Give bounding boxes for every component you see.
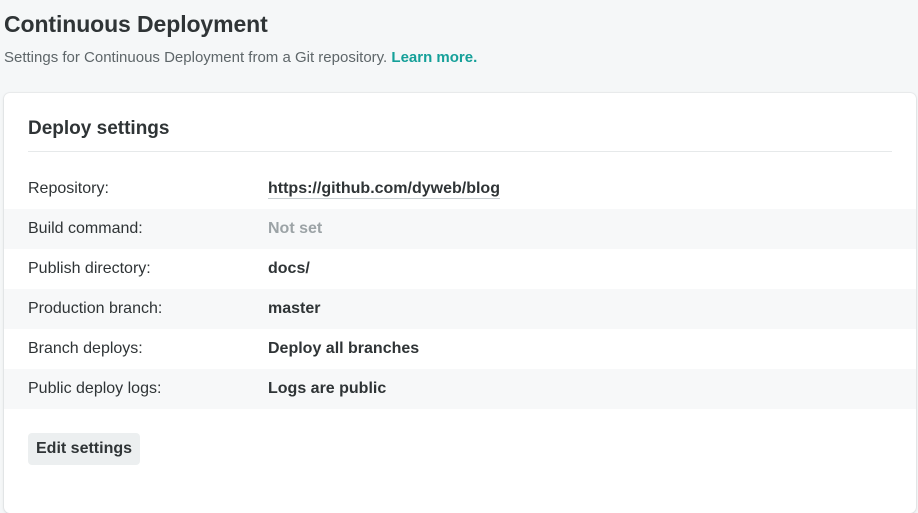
divider [28,151,892,152]
setting-label: Publish directory: [28,260,151,277]
setting-label: Branch deploys: [28,340,143,357]
page-header: Continuous Deployment Settings for Conti… [4,8,477,68]
edit-settings-button[interactable]: Edit settings [28,433,141,465]
page-title: Continuous Deployment [4,11,268,37]
deploy-settings-card: Deploy settings Repository: https://gith… [4,93,916,513]
card-title: Deploy settings [28,118,170,139]
setting-label: Repository: [28,180,109,197]
settings-list: Repository: https://github.com/dyweb/blo… [4,169,916,409]
setting-row-branch-deploys: Branch deploys: Deploy all branches [4,329,916,369]
setting-row-publish-directory: Publish directory: docs/ [4,249,916,289]
setting-row-public-deploy-logs: Public deploy logs: Logs are public [4,369,916,409]
setting-row-repository: Repository: https://github.com/dyweb/blo… [4,169,916,209]
setting-value: Deploy all branches [268,340,420,357]
setting-label: Production branch: [28,300,163,317]
repository-link[interactable]: https://github.com/dyweb/blog [268,180,500,199]
setting-value: docs/ [268,260,310,277]
page-description-text: Settings for Continuous Deployment from … [4,49,388,66]
learn-more-link[interactable]: Learn more. [391,49,477,66]
setting-value: https://github.com/dyweb/blog [268,180,500,199]
setting-value: Not set [268,220,323,237]
setting-row-production-branch: Production branch: master [4,289,916,329]
setting-row-build-command: Build command: Not set [4,209,916,249]
page-description: Settings for Continuous Deployment from … [4,48,477,68]
setting-label: Public deploy logs: [28,380,162,397]
setting-value: master [268,300,321,317]
setting-value: Logs are public [268,380,387,397]
setting-label: Build command: [28,220,143,237]
